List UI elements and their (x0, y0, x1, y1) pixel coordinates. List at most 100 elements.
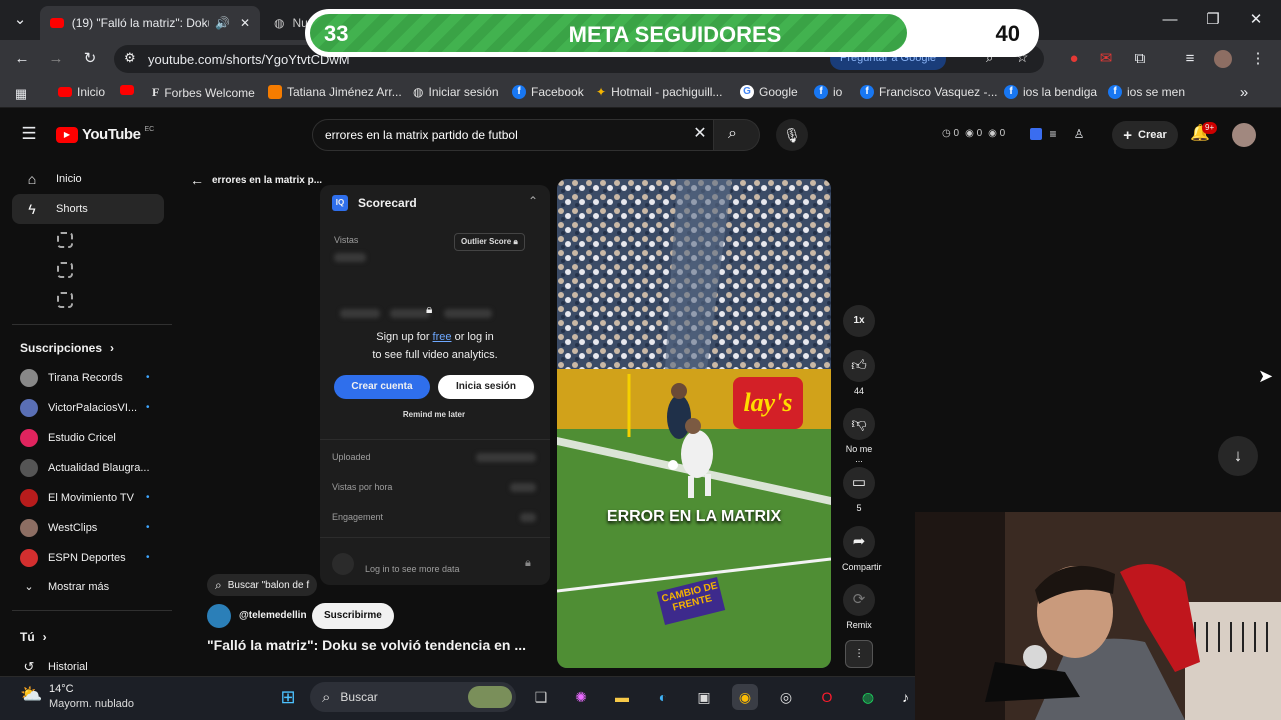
hamburger-menu-icon[interactable]: ☰ (18, 124, 40, 144)
subscription-item[interactable]: El Movimiento TV (20, 489, 134, 507)
bookmark-item[interactable]: ✦ Hotmail - pachiguill... (596, 85, 722, 99)
subscribe-button[interactable]: Suscribirme (312, 603, 394, 629)
subscription-item[interactable]: Estudio Cricel (20, 429, 116, 447)
tab-active[interactable]: (19) "Falló la matriz": Doku 🔊 ✕ (40, 6, 260, 40)
list-icon[interactable]: ≡ (1046, 124, 1060, 144)
facebook-icon: f (860, 85, 874, 99)
shorts-video-player[interactable]: lay's ERROR EN LA MATRIX CAMBIO DE FRENT… (557, 179, 831, 668)
task-view-icon[interactable]: ❑ (528, 684, 554, 710)
bookmark-item[interactable]: G Google (740, 85, 798, 99)
bookmark-item[interactable]: f Facebook (512, 85, 584, 99)
remind-later-link[interactable]: Remind me later (320, 410, 548, 419)
sidebar-item-home[interactable]: ⌂ Inicio (12, 164, 164, 194)
search-button[interactable]: ⌕ (714, 119, 760, 151)
close-window-icon[interactable]: ✕ (1246, 10, 1266, 30)
opera-icon[interactable]: O (814, 684, 840, 710)
file-explorer-icon[interactable]: ▬ (609, 684, 635, 710)
back-icon[interactable]: ← (12, 49, 32, 69)
login-button[interactable]: Inicia sesión (438, 375, 534, 399)
create-account-button[interactable]: Crear cuenta (334, 375, 430, 399)
arrow-left-icon: ← (190, 172, 204, 188)
bookmark-item[interactable] (120, 85, 134, 95)
channel-avatar (20, 399, 38, 417)
bookmark-item[interactable]: f io (814, 85, 842, 99)
vidiq-icon[interactable] (1030, 128, 1042, 140)
weather-description[interactable]: Mayorm. nublado (49, 698, 134, 710)
subscription-item[interactable]: Tirana Records (20, 369, 123, 387)
next-video-icon[interactable]: ↓ (1218, 436, 1258, 476)
divider (12, 610, 172, 611)
bookmark-item[interactable]: f Francisco Vasquez -... (860, 85, 998, 99)
subscription-item[interactable]: VictorPalaciosVI... (20, 399, 137, 417)
channel-avatar (20, 429, 38, 447)
lock-icon: 🔒︎ (426, 302, 433, 316)
sidebar-item-shorts[interactable]: ϟ Shorts (12, 194, 164, 224)
subscription-item[interactable]: WestClips (20, 519, 97, 537)
tab-search-icon[interactable]: ⌄ (10, 10, 30, 30)
obs-icon[interactable]: ◎ (773, 684, 799, 710)
dislike-button[interactable]: 👎︎ No me ... (842, 408, 876, 464)
new-content-dot: • (146, 492, 150, 503)
video-title[interactable]: "Falló la matriz": Doku se volvió tenden… (207, 637, 526, 653)
trophy-icon[interactable]: ♙ (1072, 124, 1086, 144)
you-section-heading[interactable]: Tú › (20, 630, 47, 644)
restore-icon[interactable]: ❐ (1203, 10, 1223, 30)
site-info-icon[interactable]: ⚙ (124, 50, 136, 66)
bookmark-item[interactable]: f ios se men (1108, 85, 1185, 99)
account-avatar[interactable] (1232, 123, 1256, 147)
remix-button[interactable]: ⟳ Remix (842, 584, 876, 630)
channel-name[interactable]: @telemedellin (239, 610, 307, 621)
tiktok-icon[interactable]: ♪ (896, 684, 915, 710)
bookmark-item[interactable]: F Forbes Welcome (152, 85, 255, 100)
outlier-score-chip[interactable]: Outlier Score 🔒︎ (454, 233, 525, 251)
subscription-item[interactable]: Actualidad Blaugra... (20, 459, 150, 477)
reload-icon[interactable]: ↻ (80, 49, 100, 69)
extension-red-icon[interactable]: ● (1064, 49, 1084, 69)
menu-icon[interactable]: ⋮ (1248, 49, 1268, 69)
extension-mail-icon[interactable]: ✉ (1096, 49, 1116, 69)
like-button[interactable]: 👍︎ 44 (842, 350, 876, 396)
bookmark-item[interactable]: Inicio (58, 85, 105, 99)
search-input[interactable]: errores en la matrix partido de futbol (312, 119, 714, 151)
forward-icon[interactable]: → (46, 49, 66, 69)
subscription-item[interactable]: ESPN Deportes (20, 549, 126, 567)
bookmark-item[interactable]: ◍ Iniciar sesión (413, 85, 499, 99)
bookmark-item[interactable]: Tatiana Jiménez Arr... (268, 85, 402, 99)
chrome-icon[interactable]: ◉ (732, 684, 758, 710)
share-button[interactable]: ➦ Compartir (842, 526, 882, 572)
weather-temp[interactable]: 14°C (49, 683, 74, 695)
windows-start-icon[interactable]: ⊞ (275, 684, 301, 710)
channel-avatar[interactable] (207, 604, 231, 628)
media-icon[interactable]: ≡ (1180, 49, 1200, 69)
bookmark-item[interactable]: f ios la bendiga (1004, 85, 1097, 99)
login-more-label[interactable]: Log in to see more data (365, 564, 460, 574)
subscriptions-heading[interactable]: Suscripciones › (20, 341, 114, 355)
comments-button[interactable]: ▭ 5 (842, 467, 876, 513)
apps-grid-icon[interactable]: ▦ (12, 84, 30, 104)
minimize-icon[interactable]: — (1160, 10, 1180, 30)
free-link[interactable]: free (433, 331, 452, 343)
back-to-search[interactable]: ← errores en la matrix p... (190, 172, 322, 188)
plus-icon: + (1123, 126, 1132, 144)
youtube-logo[interactable]: ▶ YouTube EC (56, 126, 154, 143)
sidebar-item-history[interactable]: ↺ Historial (20, 659, 88, 675)
copilot-icon[interactable]: ✺ (568, 684, 594, 710)
sidebar-item-label: Inicio (56, 173, 82, 185)
edge-icon[interactable]: ◐ (650, 684, 676, 710)
audio-track-icon[interactable]: ⫶ (845, 640, 873, 668)
taskbar-search[interactable]: ⌕ Buscar (310, 682, 516, 712)
create-button[interactable]: + Crear (1112, 121, 1178, 149)
more-bookmarks-icon[interactable]: » (1234, 83, 1254, 103)
related-search-chip[interactable]: ⌕ Buscar "balon de f (207, 574, 318, 596)
voice-search-icon[interactable]: 🎙 (776, 119, 808, 151)
close-tab-icon[interactable]: ✕ (240, 16, 250, 30)
store-icon[interactable]: ▣ (691, 684, 717, 710)
extensions-icon[interactable]: ⧉ (1130, 49, 1150, 69)
views-per-hour-label: Vistas por hora (332, 482, 393, 492)
profile-avatar[interactable] (1214, 50, 1232, 68)
playback-speed-button[interactable]: 1x (842, 305, 876, 341)
clear-search-icon[interactable]: ✕ (690, 124, 710, 144)
spotify-icon[interactable]: ◍ (855, 684, 881, 710)
show-more-button[interactable]: ⌄ Mostrar más (20, 580, 109, 594)
collapse-icon[interactable]: ⌃ (528, 194, 538, 208)
